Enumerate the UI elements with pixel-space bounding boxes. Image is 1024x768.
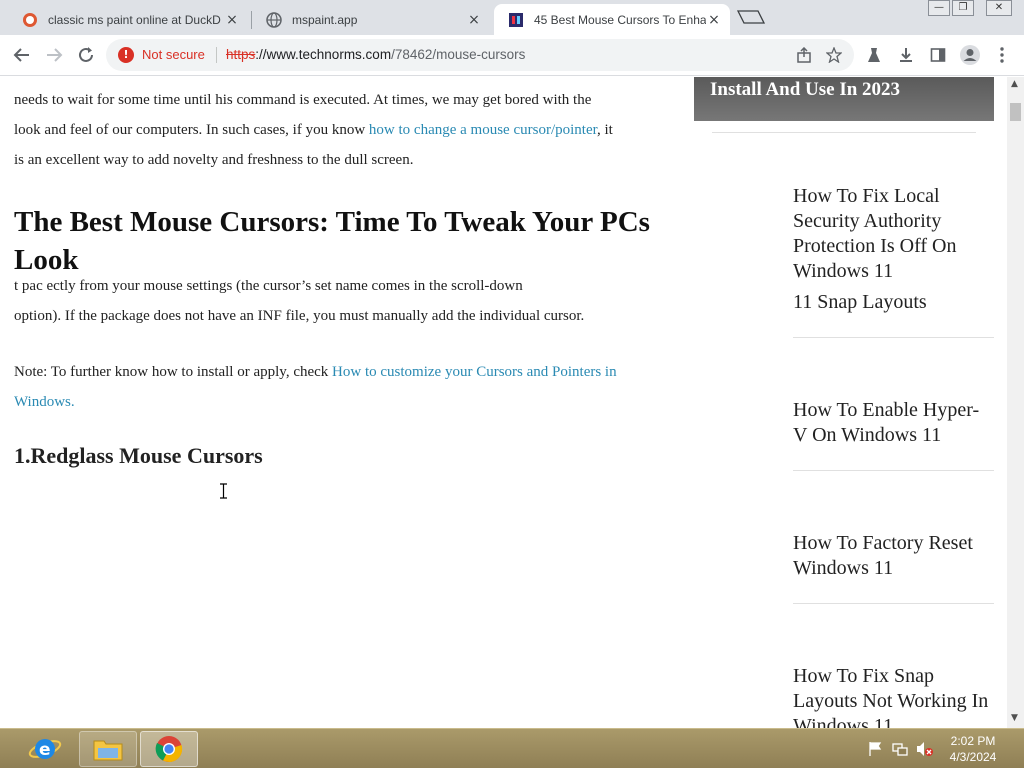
section-heading: The Best Mouse Cursors: Time To Tweak Yo… — [14, 206, 650, 276]
url-scheme: https — [226, 47, 256, 62]
address-bar[interactable]: ! Not secure https://www.technorms.com/7… — [106, 39, 854, 71]
svg-text:e: e — [39, 740, 51, 760]
tab-title: mspaint.app — [292, 12, 358, 27]
tab-title: 45 Best Mouse Cursors To Enhan — [534, 12, 706, 27]
side-panel-icon[interactable] — [926, 43, 950, 67]
duckduckgo-icon — [22, 12, 38, 28]
profile-avatar-icon[interactable] — [958, 43, 982, 67]
intro-paragraph: needs to wait for some time until his co… — [14, 85, 664, 175]
tab-title: classic ms paint online at DuckD — [48, 12, 221, 27]
tab-technorms[interactable]: 45 Best Mouse Cursors To Enhan × — [494, 4, 730, 35]
tab-mspaint[interactable]: mspaint.app × — [252, 4, 490, 35]
scroll-up-arrow-icon[interactable]: ▲ — [1011, 79, 1018, 89]
sidebar-item-hyper-v[interactable]: How To Enable Hyper-V On Windows 11 — [793, 398, 993, 448]
note-paragraph: Note: To further know how to install or … — [14, 357, 654, 417]
maximize-button[interactable]: ❐ — [952, 0, 974, 16]
para-line: is an excellent way to add novelty and f… — [14, 152, 414, 168]
technorms-icon — [508, 12, 524, 28]
sidebar-item-title: How To Fix Snap Layouts Not Working In W… — [793, 665, 989, 728]
divider — [793, 603, 994, 604]
clock-date: 4/3/2024 — [949, 750, 997, 764]
tab-close-icon[interactable]: × — [224, 12, 240, 28]
divider — [712, 132, 976, 133]
para-text: look and feel of our computers. In such … — [14, 122, 369, 138]
flag-icon[interactable] — [867, 741, 883, 757]
network-icon[interactable] — [892, 741, 908, 757]
internet-explorer-icon[interactable]: e — [16, 731, 74, 767]
divider — [793, 470, 994, 471]
install-paragraph: t pac ectly from your mouse settings (th… — [14, 271, 664, 331]
para-line: option). If the package does not have an… — [14, 308, 585, 324]
sidebar-item-title: How To Fix Local Security Authority Prot… — [793, 185, 957, 282]
omnibox-divider — [216, 47, 217, 63]
para-line: look and feel of our computers. In such … — [14, 115, 664, 145]
minimize-button[interactable]: — — [928, 0, 950, 16]
bookmark-star-icon[interactable] — [822, 43, 846, 67]
windows-taskbar: e 2:02 PM 4/3/2024 — [0, 728, 1024, 768]
back-icon[interactable] — [10, 43, 34, 67]
browser-toolbar: ! Not secure https://www.technorms.com/7… — [0, 35, 1024, 76]
url-text[interactable]: https://www.technorms.com/78462/mouse-cu… — [226, 47, 525, 62]
text-cursor-icon — [219, 483, 228, 499]
page-viewport: needs to wait for some time until his co… — [0, 77, 1024, 728]
url-host: ://www.technorms.com — [255, 47, 392, 62]
cursor-subheading: 1.Redglass Mouse Cursors — [14, 443, 263, 468]
tab-close-icon[interactable]: × — [466, 12, 482, 28]
divider — [793, 337, 994, 338]
new-tab-icon[interactable] — [736, 8, 766, 26]
download-icon[interactable] — [894, 43, 918, 67]
sidebar-item-snap-layouts[interactable]: How To Fix Snap Layouts Not Working In W… — [793, 664, 993, 728]
chrome-icon[interactable] — [140, 731, 198, 767]
sidebar: Install And Use In 2023 How To Fix Local… — [694, 77, 994, 728]
share-icon[interactable] — [792, 43, 816, 67]
sidebar-banner-title: Install And Use In 2023 — [710, 79, 901, 100]
para-text: , it — [597, 122, 613, 138]
sidebar-item-subtitle: 11 Snap Layouts — [793, 291, 927, 313]
url-path: /78462/mouse-cursors — [391, 47, 526, 62]
sidebar-item-title: How To Factory Reset Windows 11 — [793, 532, 973, 579]
sidebar-item-title: How To Enable Hyper-V On Windows 11 — [793, 399, 980, 446]
scroll-thumb[interactable] — [1010, 103, 1021, 121]
sidebar-item-lsa-protection[interactable]: How To Fix Local Security Authority Prot… — [793, 184, 993, 315]
not-secure-icon[interactable]: ! — [118, 47, 134, 63]
reload-icon[interactable] — [74, 43, 98, 67]
note-text: Note: To further know how to install or … — [14, 364, 333, 380]
close-window-button[interactable]: ✕ — [986, 0, 1012, 16]
system-clock[interactable]: 2:02 PM 4/3/2024 — [938, 733, 1008, 765]
page-scrollbar[interactable]: ▲ ▼ — [1007, 77, 1024, 728]
extension-icon[interactable] — [862, 43, 886, 67]
volume-muted-icon[interactable] — [916, 741, 933, 757]
menu-kebab-icon[interactable] — [990, 43, 1014, 67]
globe-icon — [266, 11, 282, 28]
sidebar-item-factory-reset[interactable]: How To Factory Reset Windows 11 — [793, 531, 993, 581]
para-line: t pac ectly from your mouse settings (th… — [14, 278, 523, 294]
sidebar-banner[interactable]: Install And Use In 2023 — [694, 77, 994, 121]
tab-close-icon[interactable]: × — [706, 12, 722, 28]
clock-time: 2:02 PM — [950, 734, 996, 748]
scroll-down-arrow-icon[interactable]: ▼ — [1011, 713, 1018, 723]
change-cursor-link[interactable]: how to change a mouse cursor/pointer — [369, 122, 597, 138]
security-label[interactable]: Not secure — [142, 47, 205, 62]
tab-duckduckgo[interactable]: classic ms paint online at DuckD × — [8, 4, 248, 35]
file-explorer-icon[interactable] — [79, 731, 137, 767]
para-line: needs to wait for some time until his co… — [14, 92, 592, 108]
tab-strip: classic ms paint online at DuckD × mspai… — [0, 0, 1024, 35]
forward-icon[interactable] — [42, 43, 66, 67]
